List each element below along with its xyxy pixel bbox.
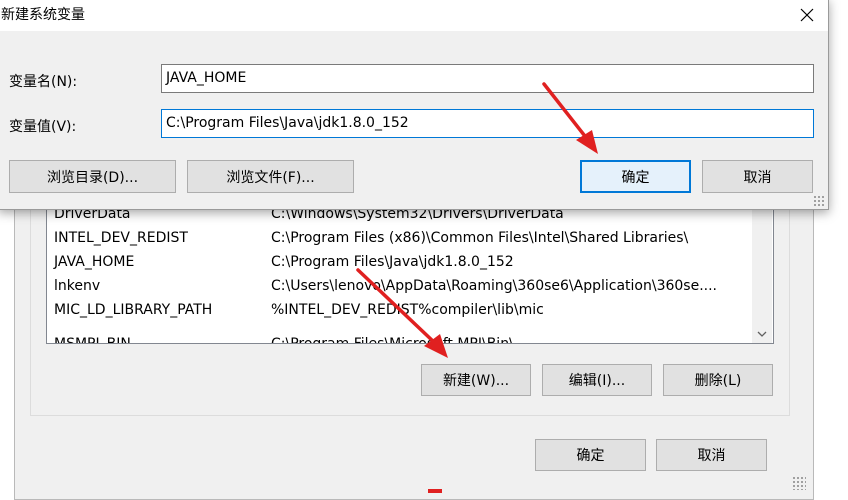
variable-name: MSMPI_BIN — [54, 336, 131, 344]
ok-button[interactable]: 确定 — [580, 160, 691, 193]
variable-value: %INTEL_DEV_REDIST%compiler\lib\mic — [271, 302, 544, 318]
variable-name: INTEL_DEV_REDIST — [54, 230, 188, 246]
browse-file-button[interactable]: 浏览文件(F)... — [187, 160, 354, 193]
variable-value: C:\Users\lenovo\AppData\Roaming\360se6\A… — [271, 278, 718, 294]
browse-directory-button[interactable]: 浏览目录(D)... — [9, 160, 176, 193]
variable-name-label: 变量名(N): — [9, 74, 78, 90]
list-item[interactable]: lnkenv C:\Users\lenovo\AppData\Roaming\3… — [47, 274, 757, 298]
new-system-variable-dialog: 新建系统变量 变量名(N): JAVA_HOME 变量值(V): C:\Prog… — [0, 0, 829, 210]
dialog-title: 新建系统变量 — [1, 7, 85, 23]
variable-name: MIC_LD_LIBRARY_PATH — [54, 302, 213, 318]
close-icon — [800, 8, 814, 22]
variable-value: C:\Program Files\Java\jdk1.8.0_152 — [271, 254, 514, 270]
list-item[interactable]: INTEL_DEV_REDIST C:\Program Files (x86)\… — [47, 226, 757, 250]
variable-value-label: 变量值(V): — [9, 119, 77, 135]
list-scrollbar[interactable] — [752, 201, 772, 343]
resize-grip-icon[interactable] — [813, 195, 825, 207]
close-button[interactable] — [787, 0, 827, 31]
resize-grip-icon[interactable] — [792, 476, 806, 490]
variable-value: C:\Program Files\Microsoft MPI\Bin\ — [271, 336, 514, 344]
annotation-mark — [428, 489, 442, 493]
variable-name: lnkenv — [54, 278, 101, 294]
edit-variable-button[interactable]: 编辑(I)... — [542, 364, 652, 396]
new-variable-button[interactable]: 新建(W)... — [421, 364, 531, 396]
variable-name: JAVA_HOME — [54, 254, 135, 270]
variable-value-field[interactable]: C:\Program Files\Java\jdk1.8.0_152 — [161, 109, 814, 138]
variable-name-field[interactable]: JAVA_HOME — [161, 64, 814, 93]
list-item[interactable]: JAVA_HOME C:\Program Files\Java\jdk1.8.0… — [47, 250, 757, 274]
list-item[interactable]: MIC_LD_LIBRARY_PATH %INTEL_DEV_REDIST%co… — [47, 298, 757, 322]
chevron-down-icon[interactable] — [752, 325, 772, 343]
delete-variable-button[interactable]: 删除(L) — [663, 364, 773, 396]
title-bar[interactable]: 新建系统变量 — [0, 0, 828, 31]
variable-value: C:\Program Files (x86)\Common Files\Inte… — [271, 230, 689, 246]
parent-cancel-button[interactable]: 取消 — [656, 439, 767, 471]
system-variables-list[interactable]: DriverData C:\Windows\System32\Drivers\D… — [46, 200, 774, 344]
parent-ok-button[interactable]: 确定 — [535, 439, 646, 471]
cancel-button[interactable]: 取消 — [702, 160, 813, 193]
list-item[interactable]: MSMPI_BIN C:\Program Files\Microsoft MPI… — [47, 332, 757, 344]
